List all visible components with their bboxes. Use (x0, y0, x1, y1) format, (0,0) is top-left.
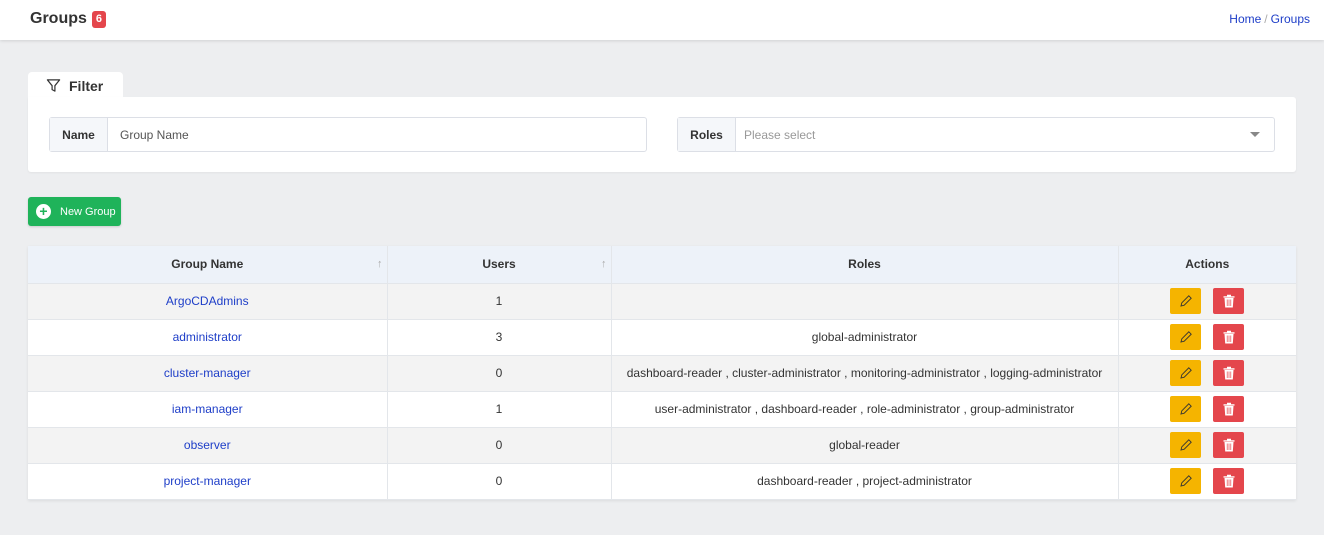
roles-cell: dashboard-reader , cluster-administrator… (611, 355, 1119, 392)
breadcrumb-groups-link[interactable]: Groups (1271, 12, 1310, 26)
trash-icon (1223, 294, 1235, 308)
table-row: observer 0 global-reader (28, 427, 1296, 464)
group-name-link[interactable]: project-manager (164, 474, 251, 488)
new-group-label: New Group (60, 205, 116, 218)
table-row: administrator 3 global-administrator (28, 319, 1296, 356)
roles-cell: user-administrator , dashboard-reader , … (611, 391, 1119, 428)
users-cell: 1 (387, 283, 612, 320)
column-header-actions: Actions (1118, 246, 1296, 284)
table-row: cluster-manager 0 dashboard-reader , clu… (28, 355, 1296, 392)
breadcrumb-home-link[interactable]: Home (1229, 12, 1261, 26)
actions-cell (1118, 319, 1296, 356)
group-name-cell: ArgoCDAdmins (28, 283, 388, 320)
name-filter-field: Name (49, 117, 647, 152)
group-name-link[interactable]: iam-manager (172, 402, 243, 416)
top-header: Groups 6 Home / Groups (0, 0, 1324, 40)
group-name-input[interactable] (108, 118, 646, 151)
edit-button[interactable] (1170, 324, 1202, 350)
table-row: iam-manager 1 user-administrator , dashb… (28, 391, 1296, 428)
delete-button[interactable] (1213, 396, 1245, 422)
actions-cell (1118, 427, 1296, 464)
group-name-cell: cluster-manager (28, 355, 388, 392)
edit-button[interactable] (1170, 468, 1202, 494)
roles-cell: global-administrator (611, 319, 1119, 356)
group-name-cell: iam-manager (28, 391, 388, 428)
actions-cell (1118, 463, 1296, 500)
column-header-label: Group Name (171, 257, 244, 272)
filter-tab-label: Filter (69, 77, 104, 94)
table-row: project-manager 0 dashboard-reader , pro… (28, 463, 1296, 500)
trash-icon (1223, 330, 1235, 344)
actions-cell (1118, 391, 1296, 428)
filter-tab[interactable]: Filter (28, 72, 123, 99)
delete-button[interactable] (1213, 288, 1245, 314)
users-cell: 0 (387, 463, 612, 500)
edit-button[interactable] (1170, 396, 1202, 422)
filter-panel: Name Roles (28, 97, 1296, 172)
delete-button[interactable] (1213, 324, 1245, 350)
roles-cell: global-reader (611, 427, 1119, 464)
group-name-link[interactable]: ArgoCDAdmins (166, 294, 249, 308)
groups-table: Group Name ↑ Users ↑ Roles Actions ArgoCDA… (28, 246, 1296, 500)
group-count-badge: 6 (91, 10, 107, 28)
name-filter-label: Name (50, 118, 108, 151)
group-name-cell: project-manager (28, 463, 388, 500)
edit-button[interactable] (1170, 432, 1202, 458)
sort-arrow-icon[interactable]: ↑ (377, 258, 383, 270)
trash-icon (1223, 474, 1235, 488)
group-name-link[interactable]: observer (184, 438, 231, 452)
plus-circle-icon: + (36, 204, 51, 219)
column-header-label: Users (482, 257, 516, 272)
actions-cell (1118, 355, 1296, 392)
roles-filter-label: Roles (678, 118, 736, 151)
edit-button[interactable] (1170, 288, 1202, 314)
trash-icon (1223, 438, 1235, 452)
edit-button[interactable] (1170, 360, 1202, 386)
table-row: ArgoCDAdmins 1 (28, 283, 1296, 320)
roles-cell: dashboard-reader , project-administrator (611, 463, 1119, 500)
pencil-icon (1180, 295, 1192, 307)
filter-icon (46, 79, 61, 92)
users-cell: 3 (387, 319, 612, 356)
users-cell: 0 (387, 355, 612, 392)
roles-cell (611, 283, 1119, 320)
table-header-row: Group Name ↑ Users ↑ Roles Actions (28, 246, 1296, 284)
pencil-icon (1180, 475, 1192, 487)
breadcrumb-separator: / (1264, 12, 1268, 26)
delete-button[interactable] (1213, 360, 1245, 386)
breadcrumb: Home / Groups (1229, 12, 1310, 26)
column-header-roles: Roles (611, 246, 1119, 284)
group-name-link[interactable]: administrator (173, 330, 242, 344)
trash-icon (1223, 402, 1235, 416)
new-group-button[interactable]: + New Group (28, 197, 121, 226)
chevron-down-icon[interactable] (1250, 132, 1260, 137)
page-title: Groups 6 (30, 10, 107, 28)
pencil-icon (1180, 439, 1192, 451)
actions-cell (1118, 283, 1296, 320)
users-cell: 1 (387, 391, 612, 428)
column-header-users[interactable]: Users ↑ (387, 246, 612, 284)
roles-select[interactable] (736, 118, 1274, 151)
page-title-text: Groups (30, 10, 87, 27)
delete-button[interactable] (1213, 468, 1245, 494)
pencil-icon (1180, 367, 1192, 379)
trash-icon (1223, 366, 1235, 380)
column-header-group-name[interactable]: Group Name ↑ (28, 246, 388, 284)
delete-button[interactable] (1213, 432, 1245, 458)
group-name-link[interactable]: cluster-manager (164, 366, 251, 380)
column-header-label: Roles (848, 257, 881, 272)
roles-filter-field: Roles (677, 117, 1275, 152)
column-header-label: Actions (1185, 257, 1230, 272)
group-name-cell: observer (28, 427, 388, 464)
pencil-icon (1180, 403, 1192, 415)
pencil-icon (1180, 331, 1192, 343)
users-cell: 0 (387, 427, 612, 464)
sort-arrow-icon[interactable]: ↑ (601, 258, 607, 270)
group-name-cell: administrator (28, 319, 388, 356)
